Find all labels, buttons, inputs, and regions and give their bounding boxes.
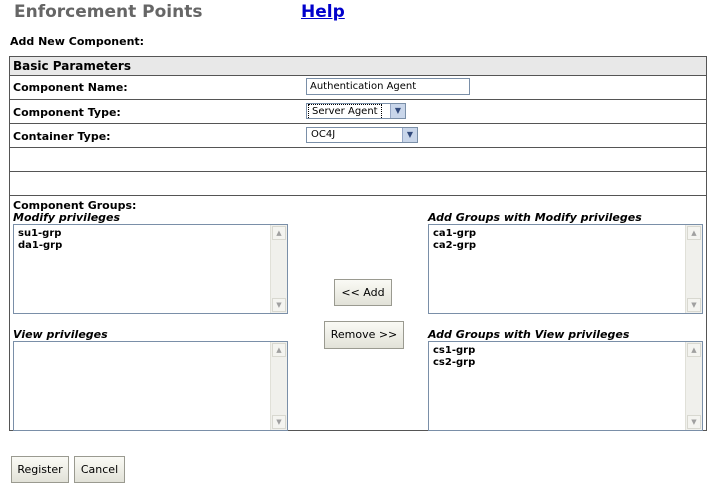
container-type-label: Container Type: <box>13 130 111 143</box>
help-link[interactable]: Help <box>301 2 345 22</box>
component-name-label: Component Name: <box>13 81 128 94</box>
modify-privileges-list[interactable]: su1-grp da1-grp ▲ ▼ <box>13 224 288 314</box>
add-view-privileges-label: Add Groups with View privileges <box>428 328 630 341</box>
scroll-up-icon[interactable]: ▲ <box>687 226 701 240</box>
view-privileges-label: View privileges <box>13 328 108 341</box>
scroll-up-icon[interactable]: ▲ <box>272 343 286 357</box>
modify-privileges-label: Modify privileges <box>13 211 121 224</box>
component-type-value: Server Agent <box>308 104 382 118</box>
scroll-down-icon[interactable]: ▼ <box>687 415 701 429</box>
chevron-down-icon[interactable]: ▼ <box>390 104 405 118</box>
view-privileges-list[interactable]: ▲ ▼ <box>13 341 288 431</box>
empty-row <box>10 148 706 172</box>
component-type-label: Component Type: <box>13 106 121 119</box>
component-groups-area: Component Groups: Modify privileges Add … <box>10 196 706 431</box>
component-name-input[interactable] <box>306 78 470 95</box>
scroll-down-icon[interactable]: ▼ <box>687 298 701 312</box>
add-modify-privileges-label: Add Groups with Modify privileges <box>428 211 642 224</box>
component-type-select[interactable]: Server Agent ▼ <box>306 103 406 119</box>
list-item[interactable]: cs1-grp <box>433 345 475 357</box>
scroll-up-icon[interactable]: ▲ <box>687 343 701 357</box>
add-view-privileges-list[interactable]: cs1-grp cs2-grp ▲ ▼ <box>428 341 703 431</box>
container-type-select[interactable]: OC4J ▼ <box>306 127 418 143</box>
scroll-up-icon[interactable]: ▲ <box>272 226 286 240</box>
chevron-down-icon[interactable]: ▼ <box>402 128 417 142</box>
page-title: Enforcement Points <box>14 2 203 22</box>
add-modify-privileges-list[interactable]: ca1-grp ca2-grp ▲ ▼ <box>428 224 703 314</box>
register-button[interactable]: Register <box>11 456 69 483</box>
add-new-component-heading: Add New Component: <box>10 35 145 48</box>
add-groups-button[interactable]: << Add <box>334 279 392 306</box>
scrollbar[interactable]: ▲ ▼ <box>685 225 702 313</box>
scrollbar[interactable]: ▲ ▼ <box>685 342 702 430</box>
section-header-basic-parameters: Basic Parameters <box>10 57 706 76</box>
empty-row <box>10 172 706 196</box>
container-type-value: OC4J <box>311 129 336 140</box>
scroll-down-icon[interactable]: ▼ <box>272 415 286 429</box>
list-item[interactable]: ca2-grp <box>433 240 476 252</box>
scrollbar[interactable]: ▲ ▼ <box>270 225 287 313</box>
component-form: Basic Parameters Component Name: Compone… <box>9 56 707 431</box>
scrollbar[interactable]: ▲ ▼ <box>270 342 287 430</box>
component-type-row: Component Type: Server Agent ▼ <box>10 100 706 124</box>
cancel-button[interactable]: Cancel <box>74 456 125 483</box>
component-name-row: Component Name: <box>10 76 706 100</box>
list-item[interactable]: ca1-grp <box>433 228 476 240</box>
container-type-row: Container Type: OC4J ▼ <box>10 124 706 148</box>
section-title: Basic Parameters <box>13 59 131 73</box>
scroll-down-icon[interactable]: ▼ <box>272 298 286 312</box>
list-item[interactable]: da1-grp <box>18 240 62 252</box>
list-item[interactable]: su1-grp <box>18 228 62 240</box>
remove-groups-button[interactable]: Remove >> <box>324 321 404 349</box>
list-item[interactable]: cs2-grp <box>433 357 475 369</box>
